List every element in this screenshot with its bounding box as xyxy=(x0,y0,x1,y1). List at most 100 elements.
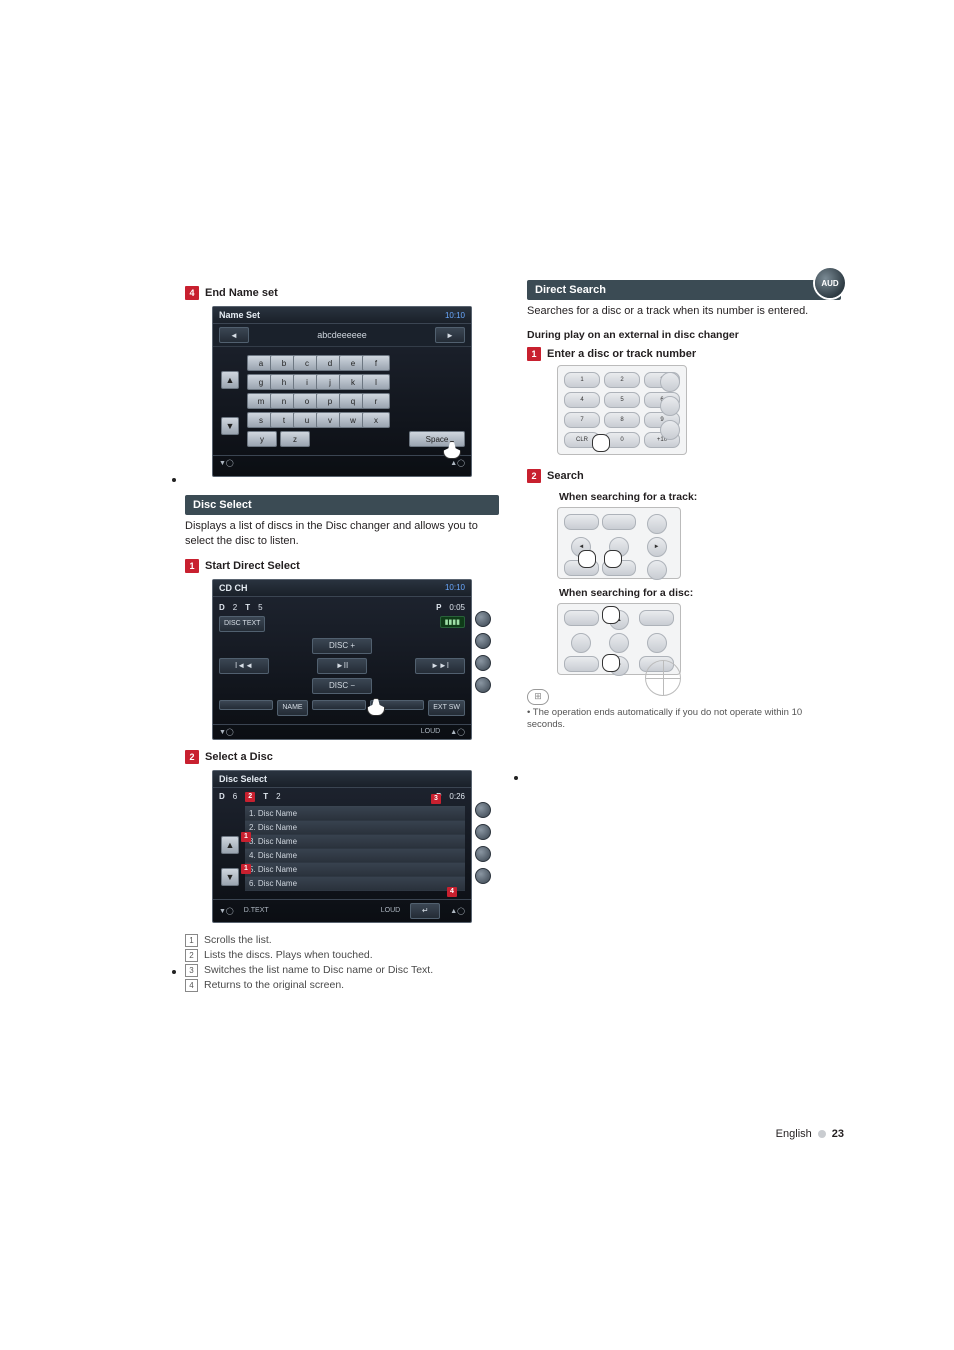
remote-key[interactable]: 5 xyxy=(604,392,640,408)
value-t: 5 xyxy=(258,603,262,612)
disc-list-row[interactable]: 4. Disc Name xyxy=(245,849,465,863)
disc-list-row[interactable]: 2. Disc Name xyxy=(245,821,465,835)
remote-small-key[interactable] xyxy=(564,610,599,626)
name-button[interactable]: NAME xyxy=(277,700,307,716)
step-number: 2 xyxy=(185,750,199,764)
direct-search-heading: Direct Search xyxy=(527,280,841,300)
footer-dot-icon xyxy=(818,1130,826,1138)
footer-caret-right-icon: ▲◯ xyxy=(450,459,465,467)
label-t: T xyxy=(245,603,250,612)
dtext-label: D.TEXT xyxy=(244,907,269,914)
disc-select-screenshot: Disc Select D 6 2 T 2 P 0:26 xyxy=(212,770,472,923)
remote-side-button[interactable] xyxy=(660,372,680,392)
remote-small-key[interactable] xyxy=(639,610,674,626)
scroll-up-button[interactable]: ▲ xyxy=(221,836,239,854)
remote-small-key[interactable] xyxy=(602,514,637,530)
remote-key[interactable]: 1 xyxy=(564,372,600,388)
note-icon: ⊞ xyxy=(527,689,549,705)
entered-text: abcdeeeeee xyxy=(255,330,429,340)
section-dot xyxy=(514,776,518,780)
return-button[interactable]: ↵ xyxy=(410,903,440,919)
step-title: Enter a disc or track number xyxy=(547,348,696,360)
remote-key[interactable]: 2 xyxy=(604,372,640,388)
status-lcd: ▮▮▮▮ xyxy=(440,616,465,628)
callout-number: 4 xyxy=(185,979,198,992)
callout-number: 2 xyxy=(185,949,198,962)
remote-center-key[interactable] xyxy=(609,633,629,653)
remote-small-key[interactable] xyxy=(564,656,599,672)
scroll-down-button[interactable]: ▼ xyxy=(221,868,239,886)
key-z[interactable]: z xyxy=(280,431,310,447)
callout-text: Scrolls the list. xyxy=(204,933,272,948)
panel-clock: 10:10 xyxy=(445,311,465,320)
fn-slot xyxy=(219,700,273,710)
nav-left-button[interactable]: ◄ xyxy=(219,327,249,343)
scroll-down-button[interactable]: ▼ xyxy=(221,417,239,435)
note-text: • The operation ends automatically if yo… xyxy=(527,707,841,732)
touch-finger-icon xyxy=(578,550,596,568)
label-d: D xyxy=(219,792,225,802)
side-mode-icons xyxy=(475,611,491,693)
loud-label: LOUD xyxy=(244,728,440,735)
panel-clock: 10:10 xyxy=(445,583,465,592)
remote-side-button[interactable] xyxy=(660,396,680,416)
next-track-button[interactable]: ►►I xyxy=(415,658,465,674)
remote-right-key[interactable]: ► xyxy=(647,537,667,557)
disc-minus-button[interactable]: DISC − xyxy=(312,678,372,694)
callout-text: Returns to the original screen. xyxy=(204,978,344,993)
key-f[interactable]: f xyxy=(362,355,390,371)
loud-label: LOUD xyxy=(279,907,401,914)
disc-list-row[interactable]: 3. Disc Name xyxy=(245,835,465,849)
name-set-screenshot: Name Set 10:10 ◄ abcdeeeeee ► ▲ ▼ abcdef… xyxy=(212,306,472,477)
remote-key[interactable]: 4 xyxy=(564,392,600,408)
disc-plus-button[interactable]: DISC + xyxy=(312,638,372,654)
step-title: End Name set xyxy=(205,287,278,299)
value-d: 6 xyxy=(233,792,237,802)
callout-list: 1Scrolls the list.2Lists the discs. Play… xyxy=(185,933,499,994)
touch-finger-icon xyxy=(602,606,620,624)
disc-select-desc: Displays a list of discs in the Disc cha… xyxy=(185,519,499,549)
key-y[interactable]: y xyxy=(247,431,277,447)
footer-caret-icon: ▼◯ xyxy=(219,728,234,736)
disc-list-row[interactable]: 1. Disc Name xyxy=(245,807,465,821)
value-p: 0:26 xyxy=(449,792,465,802)
side-mode-icons xyxy=(475,802,491,884)
remote-small-key[interactable] xyxy=(564,514,599,530)
value-p: 0:05 xyxy=(449,603,465,612)
key-r[interactable]: r xyxy=(362,393,390,409)
footer-page: 23 xyxy=(832,1128,844,1140)
remote-round-key[interactable] xyxy=(647,633,667,653)
callout-text: Lists the discs. Plays when touched. xyxy=(204,948,373,963)
heading-text: Disc Select xyxy=(193,499,252,511)
remote-key[interactable]: 8 xyxy=(604,412,640,428)
nav-right-button[interactable]: ► xyxy=(435,327,465,343)
key-x[interactable]: x xyxy=(362,412,390,428)
remote-key[interactable]: 7 xyxy=(564,412,600,428)
step-number: 4 xyxy=(185,286,199,300)
disc-list-row[interactable]: 5. Disc Name xyxy=(245,863,465,877)
footer-caret-icon: ▼◯ xyxy=(219,907,234,915)
remote-keypad: 1 2 3 4 5 6 7 8 9 CLR 0 +10 xyxy=(557,365,687,455)
disc-list-row[interactable]: 6. Disc Name xyxy=(245,877,465,891)
scroll-up-button[interactable]: ▲ xyxy=(221,371,239,389)
remote-side-button[interactable] xyxy=(660,420,680,440)
remote-round-key[interactable] xyxy=(647,560,667,580)
remote-round-key[interactable] xyxy=(647,514,667,534)
right-column: Direct Search AUD Searches for a disc or… xyxy=(527,280,841,994)
remote-round-key[interactable] xyxy=(571,633,591,653)
disc-text-button[interactable]: DISC TEXT xyxy=(219,616,265,632)
section-dot xyxy=(172,970,176,974)
callout-number: 3 xyxy=(185,964,198,977)
ext-sw-button[interactable]: EXT SW xyxy=(428,700,465,716)
footer-caret-right-icon: ▲◯ xyxy=(450,728,465,736)
remote-dpad-track: ◄ ► xyxy=(557,507,681,579)
prev-track-button[interactable]: I◄◄ xyxy=(219,658,269,674)
step-title: Start Direct Select xyxy=(205,560,300,572)
play-pause-button[interactable]: ►II xyxy=(317,658,367,674)
footer-caret-right-icon: ▲◯ xyxy=(450,907,465,915)
touch-finger-icon xyxy=(443,441,461,459)
page-footer: English 23 xyxy=(776,1128,844,1140)
key-l[interactable]: l xyxy=(362,374,390,390)
heading-text: Direct Search xyxy=(535,284,606,296)
step-title: Select a Disc xyxy=(205,751,273,763)
